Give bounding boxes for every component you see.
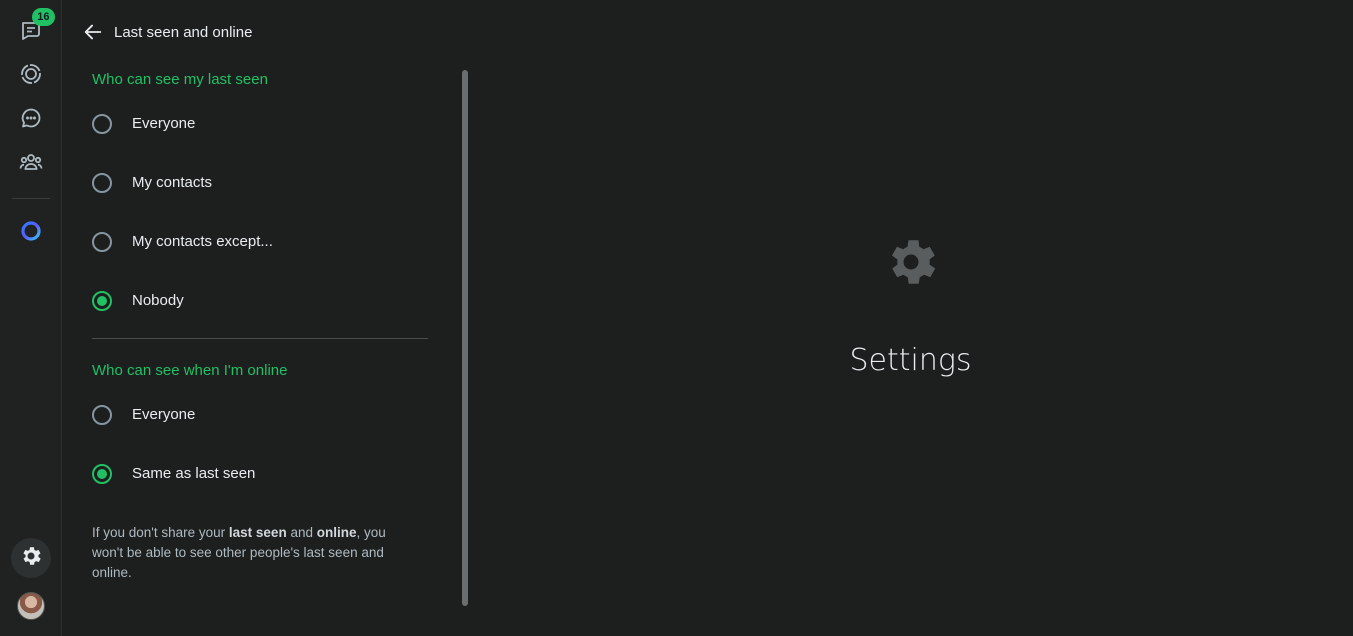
meta-ai-button[interactable]: [11, 213, 51, 253]
option-label: Nobody: [132, 292, 184, 309]
back-arrow-icon[interactable]: [82, 21, 104, 43]
app-window: 16 Last seen and online Who can see my l…: [0, 0, 1353, 636]
chats-unread-badge: 16: [32, 8, 55, 26]
settings-button[interactable]: [10, 538, 51, 578]
status-icon: [19, 62, 43, 91]
rail-top-group: 16: [11, 8, 55, 253]
rail-divider: [11, 198, 50, 199]
meta-ai-icon: [19, 219, 43, 248]
option-label: Everyone: [132, 115, 196, 132]
panel-header: Last seen and online: [62, 0, 468, 64]
note-bold-last-seen: last seen: [228, 525, 287, 540]
radio-button-selected[interactable]: [92, 463, 112, 484]
communities-button[interactable]: [11, 144, 51, 184]
status-button[interactable]: [11, 56, 51, 96]
settings-panel: Last seen and online Who can see my last…: [62, 0, 468, 636]
last-seen-option-nobody[interactable]: Nobody: [92, 271, 430, 330]
channels-icon: [19, 106, 43, 135]
navigation-rail: 16: [0, 0, 62, 636]
channels-button[interactable]: [11, 100, 51, 140]
gear-icon: [881, 232, 941, 297]
note-bold-online: online: [316, 525, 357, 540]
option-label: Everyone: [132, 406, 196, 423]
main-title: Settings: [849, 343, 972, 378]
main-placeholder: Settings: [468, 0, 1353, 636]
radio-button[interactable]: [92, 113, 112, 134]
last-seen-section-title: Who can see my last seen: [92, 70, 268, 88]
online-option-everyone[interactable]: Everyone: [92, 385, 430, 444]
online-section-title: Who can see when I'm online: [92, 361, 288, 379]
main-placeholder-content: Settings: [468, 232, 1353, 378]
privacy-note: If you don't share your last seen and on…: [92, 523, 412, 583]
communities-icon: [19, 150, 43, 179]
panel-body: Who can see my last seen Everyone My con…: [62, 64, 468, 583]
online-option-same-as-last-seen[interactable]: Same as last seen: [92, 444, 430, 503]
avatar: [16, 592, 45, 620]
section-divider: [92, 338, 428, 339]
rail-bottom-group: [0, 538, 61, 626]
last-seen-option-everyone[interactable]: Everyone: [92, 94, 430, 153]
radio-button[interactable]: [92, 231, 112, 252]
chats-button[interactable]: 16: [11, 8, 55, 52]
option-label: My contacts: [132, 174, 213, 191]
note-text: and: [286, 525, 317, 540]
radio-button[interactable]: [92, 404, 112, 425]
option-label: Same as last seen: [132, 465, 256, 482]
radio-button[interactable]: [92, 172, 112, 193]
last-seen-option-my-contacts-except[interactable]: My contacts except...: [92, 212, 430, 271]
profile-button[interactable]: [11, 586, 51, 626]
page-title: Last seen and online: [114, 23, 253, 41]
radio-button-selected[interactable]: [92, 290, 112, 311]
option-label: My contacts except...: [132, 233, 273, 250]
note-text: If you don't share your: [92, 525, 229, 540]
last-seen-option-my-contacts[interactable]: My contacts: [92, 153, 430, 212]
gear-icon: [19, 544, 43, 573]
